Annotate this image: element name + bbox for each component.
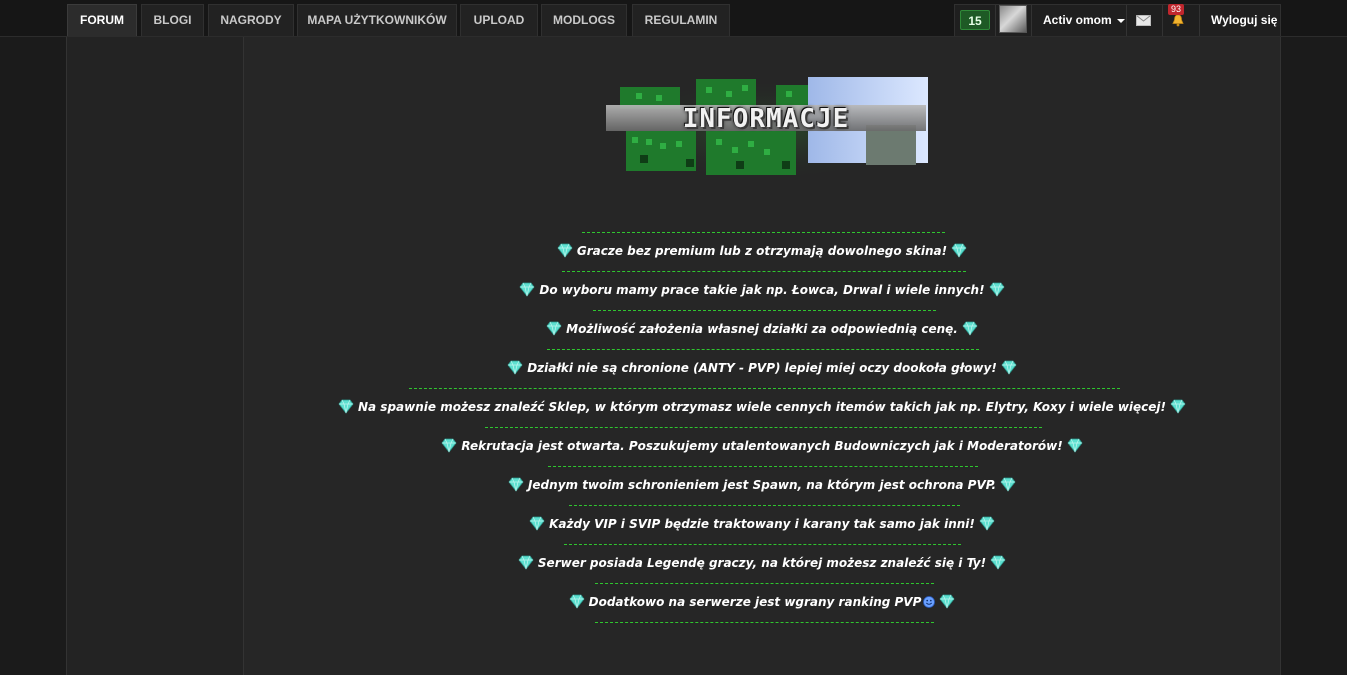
diamond-gem-icon: [546, 321, 562, 336]
envelope-icon[interactable]: [1136, 15, 1151, 26]
separator-line: [582, 232, 945, 233]
tab-forum[interactable]: FORUM: [67, 4, 137, 36]
notifications-badge[interactable]: 93: [1168, 4, 1184, 15]
diamond-gem-icon: [962, 321, 978, 336]
rule-item: Do wyboru mamy prace takie jak np. Łowca…: [244, 281, 1280, 299]
separator-line: [485, 427, 1042, 428]
diamond-gem-icon: [519, 282, 535, 297]
separator-line: [547, 349, 979, 350]
user-menu-button[interactable]: Activ omom: [1043, 5, 1125, 36]
logout-link[interactable]: Wyloguj się: [1211, 5, 1277, 36]
diamond-gem-icon: [990, 555, 1006, 570]
diamond-gem-icon: [989, 282, 1005, 297]
diamond-gem-icon: [569, 594, 585, 609]
page-container: INFORMACJE Gracze bez premium lub z otrz…: [66, 37, 1281, 675]
diamond-gem-icon: [939, 594, 955, 609]
separator-line: [595, 583, 934, 584]
diamond-gem-icon: [1000, 477, 1016, 492]
diamond-gem-icon: [557, 243, 573, 258]
top-navigation: FORUM BLOGI NAGRODY MAPA UŻYTKOWNIKÓW UP…: [0, 0, 1347, 37]
tab-nagrody[interactable]: NAGRODY: [208, 4, 294, 36]
rule-item: Na spawnie możesz znaleźć Sklep, w który…: [244, 398, 1280, 416]
bell-icon[interactable]: [1172, 14, 1184, 27]
separator-line: [564, 544, 961, 545]
rule-item: Serwer posiada Legendę graczy, na której…: [244, 554, 1280, 572]
smiley-icon: [923, 596, 936, 608]
diamond-gem-icon: [338, 399, 354, 414]
rule-item: Jednym twoim schronieniem jest Spawn, na…: [244, 476, 1280, 494]
separator-line: [593, 310, 936, 311]
reputation-badge[interactable]: 15: [960, 10, 990, 30]
rule-item: Gracze bez premium lub z otrzymają dowol…: [244, 242, 1280, 260]
informacje-banner: INFORMACJE: [596, 77, 936, 183]
diamond-gem-icon: [508, 477, 524, 492]
diamond-gem-icon: [1170, 399, 1186, 414]
avatar[interactable]: [999, 5, 1027, 33]
rule-item: Rekrutacja jest otwarta. Poszukujemy uta…: [244, 437, 1280, 455]
separator-line: [409, 388, 1120, 389]
diamond-gem-icon: [518, 555, 534, 570]
rule-item: Dodatkowo na serwerze jest wgrany rankin…: [244, 593, 1280, 611]
rule-item: Możliwość założenia własnej działki za o…: [244, 320, 1280, 338]
diamond-gem-icon: [529, 516, 545, 531]
caret-down-icon: [1116, 18, 1125, 23]
diamond-gem-icon: [441, 438, 457, 453]
tab-upload[interactable]: UPLOAD: [460, 4, 538, 36]
tab-modlogs[interactable]: MODLOGS: [541, 4, 627, 36]
user-panel: 15 Activ omom 93 Wyloguj się: [954, 4, 1281, 36]
diamond-gem-icon: [1001, 360, 1017, 375]
diamond-gem-icon: [979, 516, 995, 531]
rule-item: Działki nie są chronione (ANTY - PVP) le…: [244, 359, 1280, 377]
diamond-gem-icon: [507, 360, 523, 375]
separator-line: [548, 466, 978, 467]
banner-title: INFORMACJE: [682, 104, 850, 134]
username-label: Activ omom: [1043, 13, 1112, 27]
diamond-gem-icon: [1067, 438, 1083, 453]
separator-line: [595, 622, 934, 623]
diamond-gem-icon: [951, 243, 967, 258]
tab-blogi[interactable]: BLOGI: [141, 4, 204, 36]
tab-mapa-uzytkownikow[interactable]: MAPA UŻYTKOWNIKÓW: [297, 4, 457, 36]
separator-line: [562, 271, 966, 272]
left-sidebar: [67, 37, 244, 675]
post-content: INFORMACJE Gracze bez premium lub z otrz…: [244, 37, 1280, 675]
tab-regulamin[interactable]: REGULAMIN: [632, 4, 730, 36]
separator-line: [569, 505, 960, 506]
rule-item: Każdy VIP i SVIP będzie traktowany i kar…: [244, 515, 1280, 533]
